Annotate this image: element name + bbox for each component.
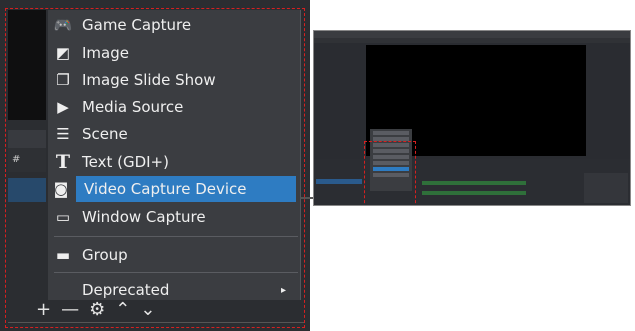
thumb-title-bar [314, 31, 630, 38]
move-up-icon[interactable]: ⌃ [115, 299, 130, 320]
menu-item-media-source[interactable]: ▶ Media Source [48, 94, 300, 120]
menu-separator [54, 236, 298, 237]
menu-item-label: Game Capture [82, 16, 192, 34]
gear-icon[interactable]: ⚙ [89, 299, 105, 320]
slideshow-icon: ❐ [56, 71, 70, 89]
menu-item-label: Video Capture Device [84, 180, 247, 198]
thumb-menu-bar [314, 38, 630, 43]
menu-item-window-capture[interactable]: ▭ Window Capture [48, 204, 300, 230]
menu-item-image-slide-show[interactable]: ❐ Image Slide Show [48, 67, 300, 93]
menu-item-label: Image [82, 44, 129, 62]
menu-item-label: Window Capture [82, 208, 206, 226]
menu-item-label: Scene [82, 125, 128, 143]
zoomed-obs-view: # 🎮 Game Capture ◩ Image ❐ Image Slide S… [0, 0, 310, 331]
menu-item-image[interactable]: ◩ Image [48, 40, 300, 66]
gamepad-icon: 🎮 [53, 16, 73, 34]
thumb-controls-panel [584, 173, 628, 203]
play-icon: ▶ [57, 98, 69, 116]
menu-separator [54, 272, 298, 273]
menu-item-text-gdi[interactable]: T Text (GDI+) [48, 149, 300, 175]
camera-icon: ◙ [53, 180, 69, 198]
move-down-icon[interactable]: ⌄ [140, 299, 155, 320]
dock-header [8, 130, 46, 148]
remove-icon[interactable]: — [61, 299, 79, 320]
list-icon: ☰ [56, 125, 70, 143]
thumb-audio-meter [422, 181, 526, 185]
sources-panel-header: # [8, 148, 46, 172]
selected-source-row[interactable] [8, 178, 46, 202]
obs-window-thumbnail [313, 30, 631, 206]
image-icon: ◩ [55, 44, 71, 62]
folder-icon: ▬ [55, 246, 71, 264]
sources-toolbar: + — ⚙ ⌃ ⌄ [36, 296, 196, 322]
menu-item-label: Text (GDI+) [82, 153, 169, 171]
thumb-menu-row [373, 131, 409, 135]
text-icon: T [55, 151, 71, 173]
menu-item-scene[interactable]: ☰ Scene [48, 121, 300, 147]
thumb-audio-meter [422, 191, 526, 195]
menu-item-video-capture-device[interactable]: ◙ Video Capture Device [54, 176, 296, 202]
menu-item-game-capture[interactable]: 🎮 Game Capture [48, 12, 300, 38]
divider [8, 322, 304, 323]
menu-item-label: Media Source [82, 98, 184, 116]
add-icon[interactable]: + [36, 299, 51, 320]
menu-item-group[interactable]: ▬ Group [48, 242, 300, 268]
thumb-highlight-dashed-border [364, 141, 416, 205]
menu-item-label: Group [82, 246, 128, 264]
add-source-menu: 🎮 Game Capture ◩ Image ❐ Image Slide Sho… [48, 10, 301, 300]
window-icon: ▭ [55, 208, 71, 226]
submenu-arrow-icon: ▸ [280, 284, 286, 296]
menu-item-label: Image Slide Show [82, 71, 216, 89]
preview-area [8, 10, 46, 120]
thumb-selected-source [316, 179, 362, 184]
hash-label: # [12, 154, 21, 165]
